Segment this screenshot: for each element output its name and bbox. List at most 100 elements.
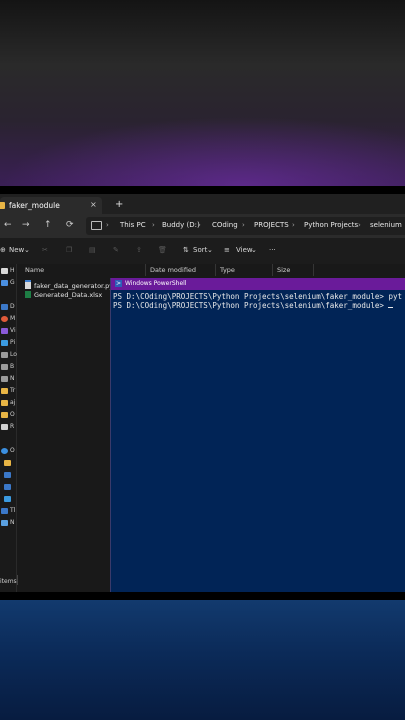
list-item[interactable]: Generated_Data.xlsx: [25, 291, 102, 299]
column-divider[interactable]: [313, 264, 314, 276]
sidebar-item-label: Pi: [10, 339, 16, 346]
view-icon: ≡: [224, 246, 230, 254]
divider: [17, 575, 18, 585]
breadcrumb-separator: ›: [292, 221, 295, 229]
sidebar-item-label: O: [10, 447, 15, 454]
powershell-window[interactable]: > Windows PowerShell PS D:\COding\PROJEC…: [110, 278, 405, 592]
delete-icon[interactable]: 🗑: [158, 246, 167, 254]
folder-icon[interactable]: [1, 388, 8, 394]
home-icon[interactable]: [1, 268, 8, 274]
tab-title: faker_module: [9, 201, 60, 210]
folder-icon[interactable]: [4, 460, 11, 466]
share-icon[interactable]: ⇪: [136, 246, 142, 254]
powershell-titlebar[interactable]: > Windows PowerShell: [111, 278, 405, 290]
breadcrumb-separator: ›: [198, 221, 201, 229]
music-icon[interactable]: [1, 316, 8, 322]
new-tab-button[interactable]: +: [115, 199, 123, 210]
column-header-type[interactable]: Type: [220, 266, 235, 274]
terminal-prompt: PS D:\COding\PROJECTS\Python Projects\se…: [113, 301, 389, 310]
folder-icon: [0, 202, 5, 209]
python-file-icon: [25, 280, 31, 289]
tab-bar: faker_module × +: [0, 194, 405, 214]
navigation-pane: H G D M Vi Pi Lo B N Tr aj O R O Tl N: [0, 264, 17, 592]
excel-file-icon: [25, 291, 31, 298]
folder-icon[interactable]: [1, 412, 8, 418]
refresh-button[interactable]: ⟳: [66, 220, 74, 230]
onedrive-icon[interactable]: [1, 448, 8, 454]
sidebar-item-label: G: [10, 279, 15, 286]
documents-icon[interactable]: [4, 484, 11, 490]
file-name: Generated_Data.xlsx: [34, 291, 103, 299]
breadcrumb-drive[interactable]: Buddy (D:): [162, 221, 200, 229]
breadcrumb-coding[interactable]: COding: [212, 221, 238, 229]
rename-icon[interactable]: ✎: [113, 246, 119, 254]
breadcrumb-separator: ›: [106, 221, 109, 229]
pictures-icon[interactable]: [4, 496, 11, 502]
sidebar-item-label: B: [10, 363, 15, 370]
breadcrumb[interactable]: › This PC › Buddy (D:) › COding › PROJEC…: [86, 217, 405, 235]
desktop-icon[interactable]: [4, 472, 11, 478]
desktop-icon[interactable]: [1, 304, 8, 310]
file-name: faker_data_generator.py: [34, 282, 114, 290]
command-bar: ⊕ New ⌄ ✂ ❐ ▤ ✎ ⇪ 🗑 ⇅ Sort ⌄ ≡ View ⌄ ··…: [0, 238, 405, 265]
breadcrumb-selenium[interactable]: selenium: [370, 221, 402, 229]
breadcrumb-python-projects[interactable]: Python Projects: [304, 221, 358, 229]
window-title: Windows PowerShell: [125, 280, 187, 287]
sidebar-item-label: O: [10, 411, 15, 418]
divider: [0, 592, 405, 600]
drive-icon[interactable]: [1, 376, 8, 382]
more-options-button[interactable]: ···: [269, 246, 276, 254]
sidebar-item-label: M: [10, 315, 16, 322]
sidebar-item-label: N: [10, 519, 15, 526]
breadcrumb-separator: ›: [242, 221, 245, 229]
network-icon[interactable]: [1, 520, 8, 526]
sort-button[interactable]: Sort: [193, 246, 207, 254]
terminal-text: PS D:\COding\PROJECTS\Python Projects\se…: [113, 292, 402, 301]
breadcrumb-separator: ›: [152, 221, 155, 229]
folder-icon[interactable]: [1, 400, 8, 406]
paste-icon[interactable]: ▤: [89, 246, 96, 254]
pictures-icon[interactable]: [1, 340, 8, 346]
sidebar-item-label: Vi: [10, 327, 16, 334]
chevron-down-icon: ⌄: [251, 246, 257, 254]
pc-icon: [91, 221, 102, 230]
status-bar-text: items: [0, 578, 17, 585]
this-pc-icon[interactable]: [1, 508, 8, 514]
column-header-size[interactable]: Size: [277, 266, 290, 274]
column-divider[interactable]: [145, 264, 146, 276]
terminal-line: PS D:\COding\PROJECTS\Python Projects\se…: [113, 292, 402, 301]
sidebar-item-label: N: [10, 375, 15, 382]
videos-icon[interactable]: [1, 328, 8, 334]
sidebar-item-label: Tr: [10, 387, 16, 394]
column-divider[interactable]: [272, 264, 273, 276]
new-plus-icon: ⊕: [0, 246, 6, 254]
sidebar-item-label: R: [10, 423, 15, 430]
up-button[interactable]: ↑: [44, 220, 52, 230]
breadcrumb-projects[interactable]: PROJECTS: [254, 221, 289, 229]
forward-button[interactable]: →: [22, 220, 30, 230]
tab-faker-module[interactable]: faker_module ×: [0, 197, 102, 214]
column-header-name[interactable]: Name: [25, 266, 44, 274]
copy-icon[interactable]: ❐: [66, 246, 72, 254]
back-button[interactable]: ←: [4, 220, 12, 230]
column-divider[interactable]: [215, 264, 216, 276]
sort-icon: ⇅: [183, 246, 189, 254]
sidebar-item-label: D: [10, 303, 15, 310]
sidebar-item-label: Tl: [10, 507, 16, 514]
list-item[interactable]: faker_data_generator.py: [25, 280, 113, 290]
breadcrumb-this-pc[interactable]: This PC: [120, 221, 146, 229]
gallery-icon[interactable]: [1, 280, 8, 286]
column-header-date-modified[interactable]: Date modified: [150, 266, 196, 274]
cut-icon[interactable]: ✂: [42, 246, 48, 254]
divider: [0, 186, 405, 194]
chevron-down-icon: ⌄: [207, 246, 213, 254]
blurred-background-bottom: [0, 600, 405, 720]
text-cursor: [388, 307, 394, 308]
recycle-bin-icon[interactable]: [1, 424, 8, 430]
new-button[interactable]: New: [9, 246, 24, 254]
close-icon[interactable]: ×: [90, 200, 97, 209]
drive-icon[interactable]: [1, 364, 8, 370]
terminal-line[interactable]: PS D:\COding\PROJECTS\Python Projects\se…: [113, 301, 394, 310]
local-disk-icon[interactable]: [1, 352, 8, 358]
sidebar-item-label: Lo: [10, 351, 17, 358]
